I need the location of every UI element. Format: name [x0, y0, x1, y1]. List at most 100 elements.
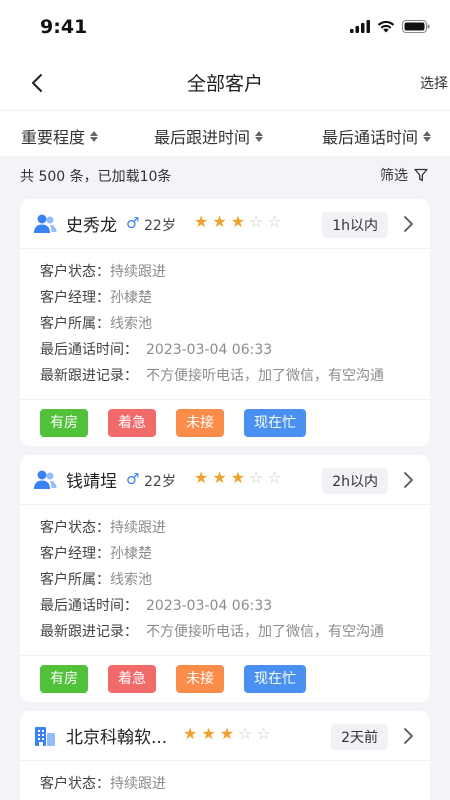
- customer-card[interactable]: 北京科翰软... ★ ★ ★ ☆ ☆ 2天前 客户状态：持续跟进: [20, 711, 430, 800]
- card-header: 史秀龙 ♂ 22岁 ★ ★ ★ ☆ ☆ 1h以内: [20, 199, 430, 249]
- rating-stars: ★ ★ ★ ☆ ☆: [194, 213, 282, 231]
- field-label: 客户经理：: [40, 546, 110, 562]
- star-empty-icon: ☆: [238, 724, 253, 743]
- field-last-follow: 最新跟进记录： 不方便接听电话，加了微信，有空沟通: [40, 363, 430, 389]
- field-label: 客户状态：: [40, 264, 110, 280]
- field-value: 线索池: [110, 572, 152, 588]
- tag: 有房: [40, 665, 88, 693]
- select-button[interactable]: 选择: [420, 73, 448, 93]
- chevron-right-icon[interactable]: [402, 727, 414, 745]
- field-value: 持续跟进: [110, 264, 166, 280]
- star-filled-icon: ★: [212, 212, 227, 231]
- customer-name: 史秀龙: [66, 216, 117, 236]
- time-badge: 1h以内: [322, 212, 388, 238]
- star-filled-icon: ★: [230, 212, 246, 231]
- tag: 未接: [176, 409, 224, 437]
- sort-last-call[interactable]: 最后通话时间: [322, 124, 432, 148]
- signal-icon: [350, 20, 370, 33]
- star-empty-icon: ☆: [267, 212, 282, 231]
- customer-card[interactable]: 史秀龙 ♂ 22岁 ★ ★ ★ ☆ ☆ 1h以内 客户状态：持续跟进 客户经理：孙棣楚 …: [20, 199, 430, 446]
- sort-bar: 重要程度 最后跟进时间 最后通话时间: [0, 110, 450, 156]
- field-label: 客户经理：: [40, 290, 110, 306]
- star-filled-icon: ★: [201, 724, 216, 743]
- person-group-icon: [34, 214, 57, 233]
- customer-age: 22岁: [144, 218, 176, 234]
- card-header: 钱靖埕 ♂ 22岁 ★ ★ ★ ☆ ☆ 2h以内: [20, 455, 430, 505]
- filter-label: 筛选: [380, 168, 408, 184]
- card-details: 客户状态：持续跟进: [20, 761, 430, 800]
- tag-list: 有房 着急 未接 现在忙: [20, 656, 430, 702]
- time-badge: 2天前: [331, 724, 388, 750]
- customer-name: 北京科翰软...: [66, 728, 168, 748]
- star-empty-icon: ☆: [249, 468, 264, 487]
- field-manager: 客户经理：孙棣楚: [40, 285, 430, 311]
- star-filled-icon: ★: [194, 212, 209, 231]
- sort-last-follow-label: 最后跟进时间: [154, 128, 251, 147]
- sort-arrows-icon: [255, 130, 264, 142]
- field-value: 持续跟进: [110, 776, 166, 792]
- field-status: 客户状态：持续跟进: [40, 771, 430, 797]
- tag-list: 有房 着急 未接 现在忙: [20, 400, 430, 446]
- field-label: 客户所属：: [40, 316, 110, 332]
- field-status: 客户状态：持续跟进: [40, 515, 430, 541]
- summary-bar: 共 500 条，已加载10条 筛选: [0, 156, 450, 194]
- tag: 现在忙: [244, 409, 306, 437]
- chevron-right-icon[interactable]: [402, 471, 414, 489]
- rating-stars: ★ ★ ★ ☆ ☆: [194, 469, 282, 487]
- sort-arrows-icon: [90, 130, 99, 142]
- male-icon: ♂: [126, 470, 140, 488]
- rating-stars: ★ ★ ★ ☆ ☆: [183, 725, 271, 743]
- card-details: 客户状态：持续跟进 客户经理：孙棣楚 客户所属：线索池 最后通话时间： 2023-…: [20, 505, 430, 656]
- field-belongs: 客户所属：线索池: [40, 567, 430, 593]
- star-filled-icon: ★: [219, 724, 235, 743]
- page-title: 全部客户: [186, 73, 263, 95]
- filter-button[interactable]: 筛选: [380, 165, 428, 185]
- chevron-right-icon[interactable]: [402, 215, 414, 233]
- customer-age: 22岁: [144, 474, 176, 490]
- sort-importance-label: 重要程度: [21, 128, 86, 147]
- star-empty-icon: ☆: [267, 468, 282, 487]
- field-value: 持续跟进: [110, 520, 166, 536]
- field-value: 不方便接听电话，加了微信，有空沟通: [146, 368, 384, 384]
- result-count: 共 500 条，已加载10条: [20, 169, 172, 185]
- male-icon: ♂: [126, 214, 140, 232]
- time-badge: 2h以内: [322, 468, 388, 494]
- tag: 未接: [176, 665, 224, 693]
- customer-name: 钱靖埕: [66, 472, 117, 492]
- status-time: 9:41: [40, 16, 88, 38]
- field-status: 客户状态：持续跟进: [40, 259, 430, 285]
- field-label: 客户所属：: [40, 572, 110, 588]
- building-icon: [35, 727, 55, 746]
- field-last-follow: 最新跟进记录： 不方便接听电话，加了微信，有空沟通: [40, 619, 430, 645]
- nav-bar: 全部客户 选择: [0, 56, 450, 110]
- card-header: 北京科翰软... ★ ★ ★ ☆ ☆ 2天前: [20, 711, 430, 761]
- wifi-icon: [377, 20, 395, 33]
- customer-card[interactable]: 钱靖埕 ♂ 22岁 ★ ★ ★ ☆ ☆ 2h以内 客户状态：持续跟进 客户经理：孙棣楚 …: [20, 455, 430, 702]
- star-filled-icon: ★: [212, 468, 227, 487]
- person-group-icon: [34, 470, 57, 489]
- tag: 着急: [108, 665, 156, 693]
- sort-importance[interactable]: 重要程度: [21, 124, 99, 148]
- field-label: 最后通话时间：: [40, 598, 138, 614]
- field-label: 客户状态：: [40, 776, 110, 792]
- field-value: 孙棣楚: [110, 290, 152, 306]
- tag: 有房: [40, 409, 88, 437]
- sort-arrows-icon: [423, 130, 432, 142]
- card-details: 客户状态：持续跟进 客户经理：孙棣楚 客户所属：线索池 最后通话时间： 2023-…: [20, 249, 430, 400]
- field-value: 线索池: [110, 316, 152, 332]
- field-last-call: 最后通话时间： 2023-03-04 06:33: [40, 593, 430, 619]
- field-value: 不方便接听电话，加了微信，有空沟通: [146, 624, 384, 640]
- field-label: 最后通话时间：: [40, 342, 138, 358]
- field-value: 2023-03-04 06:33: [146, 342, 273, 358]
- field-label: 客户状态：: [40, 520, 110, 536]
- star-filled-icon: ★: [183, 724, 198, 743]
- field-value: 2023-03-04 06:33: [146, 598, 273, 614]
- filter-icon: [414, 168, 428, 182]
- field-label: 最新跟进记录：: [40, 368, 138, 384]
- tag: 现在忙: [244, 665, 306, 693]
- field-belongs: 客户所属：线索池: [40, 311, 430, 337]
- sort-last-call-label: 最后通话时间: [322, 128, 419, 147]
- field-manager: 客户经理：孙棣楚: [40, 541, 430, 567]
- field-label: 最新跟进记录：: [40, 624, 138, 640]
- sort-last-follow[interactable]: 最后跟进时间: [154, 124, 264, 148]
